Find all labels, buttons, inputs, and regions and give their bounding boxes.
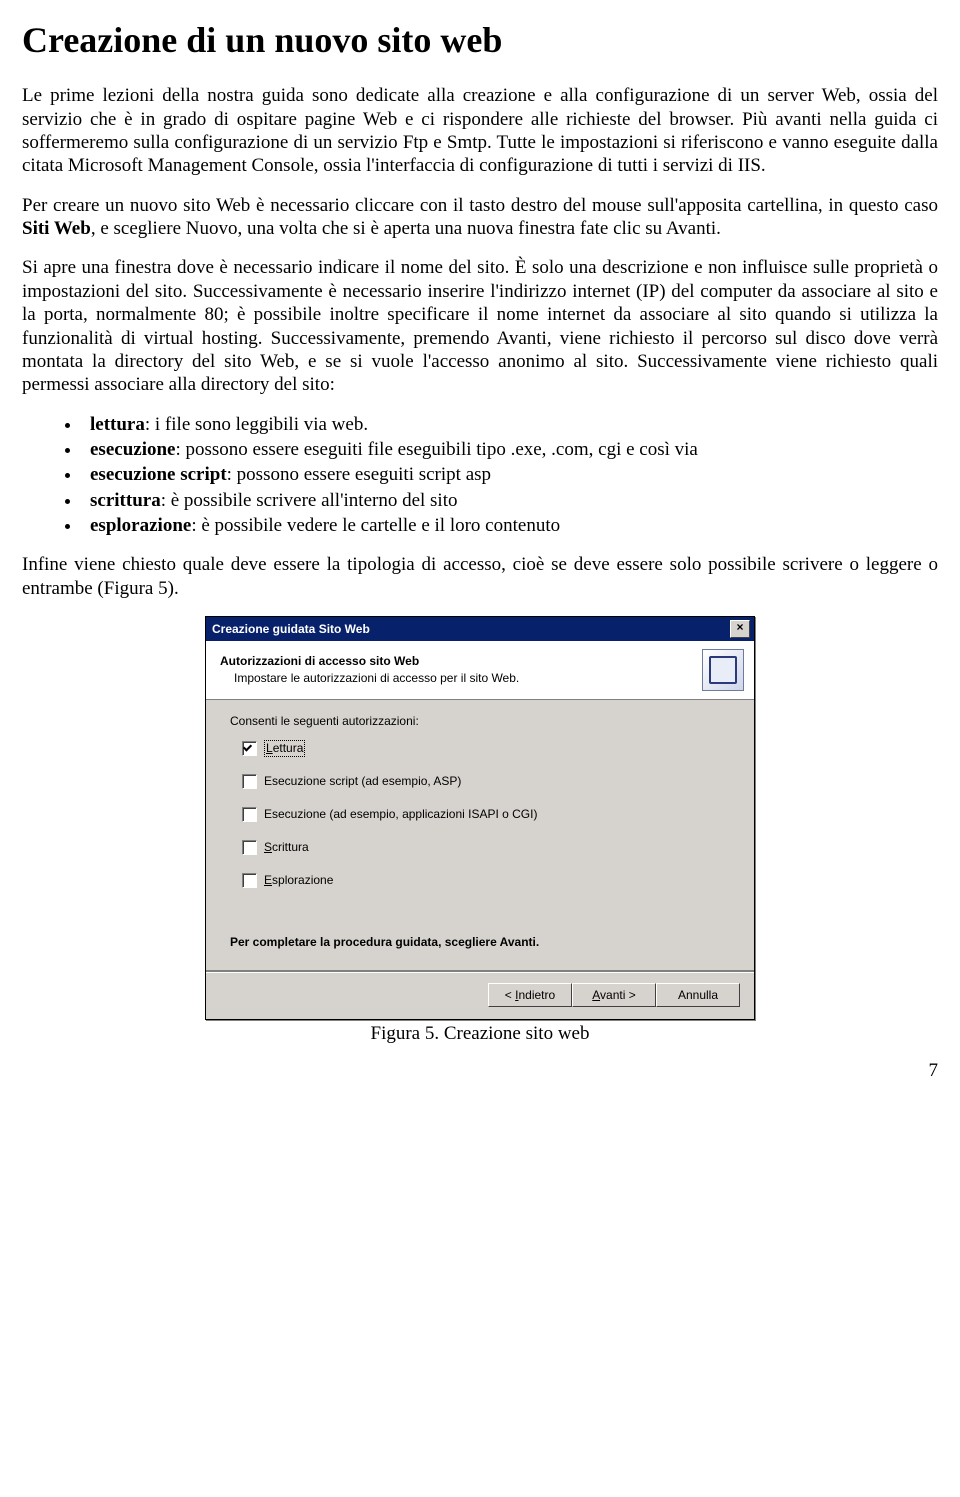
page-number: 7 [22, 1059, 938, 1082]
cancel-button[interactable]: Annulla [656, 983, 740, 1007]
complete-instruction: Per completare la procedura guidata, sce… [230, 935, 730, 950]
list-item: esecuzione: possono essere eseguiti file… [82, 438, 938, 461]
figure-caption: Figura 5. Creazione sito web [22, 1022, 938, 1045]
checkbox-label: Scrittura [264, 840, 309, 855]
text: , e scegliere Nuovo, una volta che si è … [91, 218, 721, 239]
list-item: esecuzione script: possono essere esegui… [82, 463, 938, 486]
checkbox-esecuzione[interactable]: Esecuzione (ad esempio, applicazioni ISA… [242, 807, 730, 823]
paragraph-4: Infine viene chiesto quale deve essere l… [22, 553, 938, 600]
paragraph-2: Per creare un nuovo sito Web è necessari… [22, 194, 938, 241]
checkbox-icon[interactable] [242, 807, 257, 822]
button-row: < Indietro Avanti > Annulla [206, 973, 754, 1019]
header-subtitle: Impostare le autorizzazioni di accesso p… [234, 671, 519, 686]
desc: : è possibile scrivere all'interno del s… [161, 490, 458, 511]
desc: : possono essere eseguiti file eseguibil… [175, 439, 697, 460]
checkbox-label: Esecuzione script (ad esempio, ASP) [264, 774, 461, 789]
titlebar[interactable]: Creazione guidata Sito Web × [206, 617, 754, 641]
header-panel: Autorizzazioni di accesso sito Web Impos… [206, 641, 754, 700]
wizard-dialog: Creazione guidata Sito Web × Autorizzazi… [205, 616, 755, 1020]
close-icon[interactable]: × [730, 620, 750, 638]
term: scrittura [90, 490, 161, 511]
header-title: Autorizzazioni di accesso sito Web [220, 654, 519, 669]
list-item: lettura: i file sono leggibili via web. [82, 413, 938, 436]
checkbox-scrittura[interactable]: Scrittura [242, 840, 730, 856]
paragraph-1: Le prime lezioni della nostra guida sono… [22, 84, 938, 177]
permissions-list: lettura: i file sono leggibili via web. … [22, 413, 938, 538]
checkbox-label: Esecuzione (ad esempio, applicazioni ISA… [264, 807, 537, 822]
body-label: Consenti le seguenti autorizzazioni: [230, 714, 730, 729]
term: esecuzione script [90, 464, 227, 485]
checkbox-icon[interactable] [242, 774, 257, 789]
body-panel: Consenti le seguenti autorizzazioni: Let… [206, 700, 754, 970]
desc: : è possibile vedere le cartelle e il lo… [191, 515, 560, 536]
text: Per creare un nuovo sito Web è necessari… [22, 195, 938, 216]
desc: : possono essere eseguiti script asp [227, 464, 491, 485]
term: esecuzione [90, 439, 175, 460]
bold-text: Siti Web [22, 218, 91, 239]
checkbox-icon[interactable] [242, 741, 257, 756]
paragraph-3: Si apre una finestra dove è necessario i… [22, 256, 938, 396]
checkbox-icon[interactable] [242, 840, 257, 855]
titlebar-text: Creazione guidata Sito Web [212, 622, 370, 637]
checkbox-lettura[interactable]: Lettura [242, 741, 730, 757]
checkbox-label: Lettura [264, 740, 305, 757]
figure-5: Creazione guidata Sito Web × Autorizzazi… [22, 616, 938, 1045]
checkbox-label: Esplorazione [264, 873, 333, 888]
checkbox-esecuzione-script[interactable]: Esecuzione script (ad esempio, ASP) [242, 774, 730, 790]
desc: : i file sono leggibili via web. [145, 414, 368, 435]
back-button[interactable]: < Indietro [488, 983, 572, 1007]
checkbox-esplorazione[interactable]: Esplorazione [242, 873, 730, 889]
next-button[interactable]: Avanti > [572, 983, 656, 1007]
term: lettura [90, 414, 145, 435]
term: esplorazione [90, 515, 191, 536]
list-item: esplorazione: è possibile vedere le cart… [82, 514, 938, 537]
checkbox-icon[interactable] [242, 873, 257, 888]
page-title: Creazione di un nuovo sito web [22, 18, 938, 62]
wizard-icon [702, 649, 744, 691]
list-item: scrittura: è possibile scrivere all'inte… [82, 489, 938, 512]
